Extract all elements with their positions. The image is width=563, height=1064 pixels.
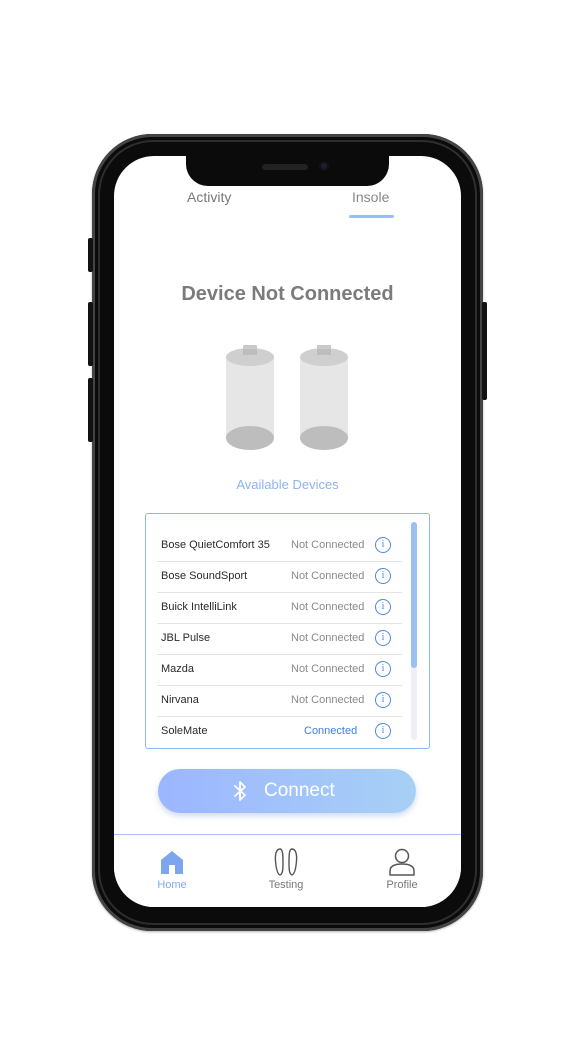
device-status: Not Connected <box>291 539 365 551</box>
nav-home[interactable]: Home <box>137 847 207 891</box>
volume-down-button <box>88 378 93 442</box>
info-icon[interactable]: i <box>375 692 391 708</box>
battery-icon <box>300 345 348 450</box>
power-button <box>482 302 487 400</box>
device-status: Not Connected <box>291 632 365 644</box>
device-name: JBL Pulse <box>161 632 211 644</box>
connect-button[interactable]: Connect <box>158 769 416 813</box>
bluetooth-icon <box>234 781 246 801</box>
scroll-thumb[interactable] <box>411 522 417 668</box>
mute-switch <box>88 238 93 272</box>
nav-profile[interactable]: Profile <box>367 847 437 891</box>
notch <box>186 156 389 186</box>
front-camera <box>319 161 329 171</box>
footprints-icon <box>274 848 298 876</box>
device-list[interactable]: Bose QuietComfort 35 Not Connected i Bos… <box>145 513 430 749</box>
nav-testing[interactable]: Testing <box>251 847 321 891</box>
device-name: Buick IntelliLink <box>161 601 237 613</box>
device-status: Not Connected <box>291 663 365 675</box>
speaker <box>262 164 308 170</box>
tab-insole[interactable]: Insole <box>352 189 389 205</box>
device-name: SoleMate <box>161 725 208 737</box>
connect-button-label: Connect <box>264 780 335 801</box>
device-row[interactable]: JBL Pulse Not Connected i <box>157 624 402 655</box>
info-icon[interactable]: i <box>375 599 391 615</box>
device-name: Bose SoundSport <box>161 570 248 582</box>
device-row[interactable]: SoleMate Connected i <box>157 717 402 747</box>
device-status: Not Connected <box>291 570 365 582</box>
device-row[interactable]: Nirvana Not Connected i <box>157 686 402 717</box>
info-icon[interactable]: i <box>375 537 391 553</box>
active-tab-indicator <box>349 215 394 218</box>
device-row[interactable]: Buick IntelliLink Not Connected i <box>157 593 402 624</box>
nav-profile-label: Profile <box>386 879 418 891</box>
device-status: Connected <box>304 725 358 737</box>
info-icon[interactable]: i <box>375 723 391 739</box>
device-list-scrollbar[interactable] <box>411 522 417 740</box>
info-icon[interactable]: i <box>375 630 391 646</box>
user-icon <box>389 848 415 876</box>
device-row[interactable]: Mazda Not Connected i <box>157 655 402 686</box>
device-row[interactable]: Bose QuietComfort 35 Not Connected i <box>157 531 402 562</box>
device-name: Nirvana <box>161 694 199 706</box>
tab-activity[interactable]: Activity <box>187 189 231 205</box>
available-devices-label: Available Devices <box>236 477 339 492</box>
device-status: Not Connected <box>291 601 365 613</box>
battery-icon <box>226 345 274 450</box>
app-screen: Activity Insole Device Not Connected Ava… <box>114 156 461 907</box>
top-tabs: Activity Insole <box>114 184 461 218</box>
nav-home-label: Home <box>157 879 187 891</box>
home-icon <box>161 851 183 874</box>
volume-up-button <box>88 302 93 366</box>
connection-status-title: Device Not Connected <box>181 283 394 305</box>
nav-testing-label: Testing <box>268 879 304 891</box>
device-name: Mazda <box>161 663 195 675</box>
info-icon[interactable]: i <box>375 661 391 677</box>
device-row[interactable]: Bose SoundSport Not Connected i <box>157 562 402 593</box>
info-icon[interactable]: i <box>375 568 391 584</box>
phone-frame: Activity Insole Device Not Connected Ava… <box>88 134 487 931</box>
device-name: Bose QuietComfort 35 <box>161 539 270 551</box>
device-rows: Bose QuietComfort 35 Not Connected i Bos… <box>146 531 402 747</box>
bottom-nav: Home Testing Profile <box>114 834 461 907</box>
device-status: Not Connected <box>291 694 365 706</box>
